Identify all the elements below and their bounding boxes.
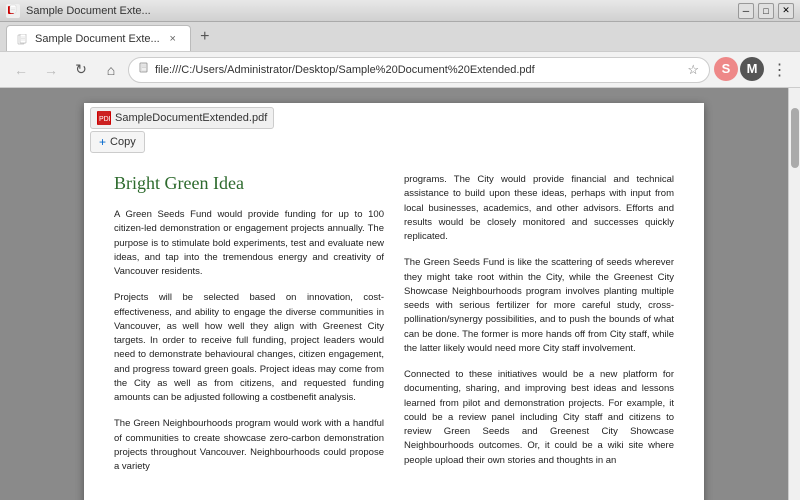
tab-favicon-icon [17,33,29,45]
pdf-viewer[interactable]: PDF SampleDocumentExtended.pdf + Copy Br… [0,88,788,500]
pdf-column-2: programs. The City would provide financi… [404,173,674,486]
close-button[interactable]: ✕ [778,3,794,19]
extension2-button[interactable]: M [740,57,764,81]
nav-extra-buttons: S M ⋮ [714,57,792,83]
menu-button[interactable]: ⋮ [766,57,792,83]
tab-close-button[interactable]: × [166,32,180,46]
extension1-button[interactable]: S [714,57,738,81]
pdf-para-1-1: A Green Seeds Fund would provide funding… [114,208,384,279]
minimize-button[interactable]: ─ [738,3,754,19]
pdf-filename: SampleDocumentExtended.pdf [115,112,267,124]
nav-bar: ← → ↻ ⌂ file:///C:/Users/Administrator/D… [0,52,800,88]
scrollbar-thumb[interactable] [791,108,799,168]
pdf-title: Bright Green Idea [114,173,384,194]
content-area: PDF SampleDocumentExtended.pdf + Copy Br… [0,88,800,500]
address-text: file:///C:/Users/Administrator/Desktop/S… [155,64,681,76]
new-tab-button[interactable]: + [193,25,217,49]
page-icon [139,62,149,77]
copy-plus-icon: + [99,135,106,149]
title-bar-left: Sample Document Exte... [6,4,151,18]
title-bar: Sample Document Exte... ─ □ ✕ [0,0,800,22]
svg-text:PDF: PDF [99,116,110,123]
reload-button[interactable]: ↻ [68,57,94,83]
back-button[interactable]: ← [8,57,34,83]
pdf-para-2-3: Connected to these initiatives would be … [404,368,674,468]
pdf-column-1: Bright Green Idea A Green Seeds Fund wou… [114,173,384,486]
tab-label: Sample Document Exte... [35,33,160,45]
bookmark-icon[interactable]: ☆ [687,62,699,78]
address-bar[interactable]: file:///C:/Users/Administrator/Desktop/S… [128,57,710,83]
pdf-toolbar: PDF SampleDocumentExtended.pdf + Copy [84,103,280,157]
copy-label: Copy [110,136,136,148]
maximize-button[interactable]: □ [758,3,774,19]
copy-button[interactable]: + Copy [90,131,145,153]
pdf-para-1-3: The Green Neighbourhoods program would w… [114,417,384,474]
title-bar-controls: ─ □ ✕ [738,3,794,19]
vertical-scrollbar[interactable] [788,88,800,500]
tab-bar: Sample Document Exte... × + [0,22,800,52]
active-tab[interactable]: Sample Document Exte... × [6,25,191,51]
pdf-para-2-1: programs. The City would provide financi… [404,173,674,244]
tab-title: Sample Document Exte... [26,5,151,17]
pdf-page: PDF SampleDocumentExtended.pdf + Copy Br… [84,103,704,500]
pdf-para-1-2: Projects will be selected based on innov… [114,291,384,405]
pdf-filename-bar: PDF SampleDocumentExtended.pdf [90,107,274,129]
home-button[interactable]: ⌂ [98,57,124,83]
tab-favicon [6,4,20,18]
pdf-file-icon: PDF [97,111,111,125]
forward-button[interactable]: → [38,57,64,83]
pdf-para-2-2: The Green Seeds Fund is like the scatter… [404,256,674,356]
pdf-content: Bright Green Idea A Green Seeds Fund wou… [84,103,704,500]
